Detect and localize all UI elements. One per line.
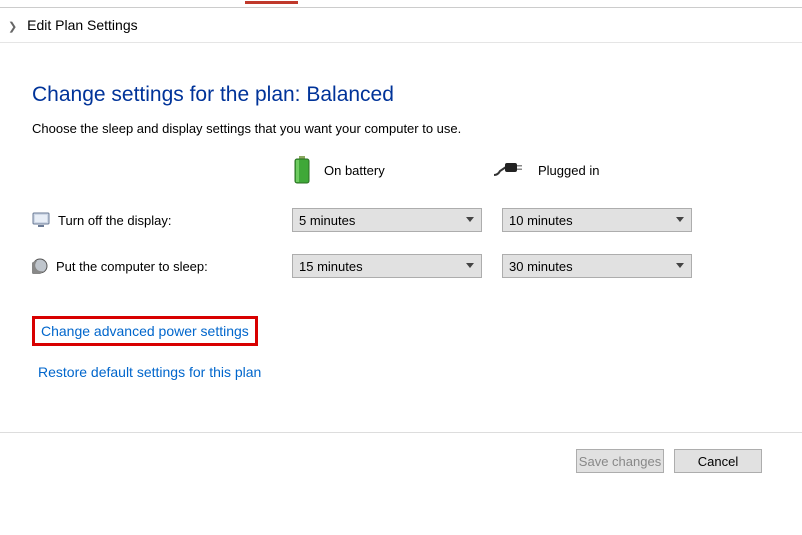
breadcrumb-label: Edit Plan Settings (27, 17, 138, 33)
sleep-plugged-select[interactable]: 30 minutes (502, 254, 692, 278)
cancel-button[interactable]: Cancel (674, 449, 762, 473)
footer: Save changes Cancel (0, 433, 802, 489)
col-battery-label: On battery (324, 163, 385, 178)
page-subtitle: Choose the sleep and display settings th… (32, 121, 802, 136)
advanced-power-settings-link[interactable]: Change advanced power settings (32, 316, 258, 346)
row-display: Turn off the display: 5 minutes 10 minut… (32, 208, 802, 232)
display-battery-select[interactable]: 5 minutes (292, 208, 482, 232)
row-sleep: Put the computer to sleep: 15 minutes 30… (32, 254, 802, 278)
plug-icon (492, 161, 526, 179)
accent-bar (245, 1, 298, 4)
display-battery-select-wrap: 5 minutes (292, 208, 482, 232)
sleep-battery-select[interactable]: 15 minutes (292, 254, 482, 278)
display-plugged-select[interactable]: 10 minutes (502, 208, 692, 232)
links-area: Change advanced power settings Restore d… (32, 316, 802, 384)
restore-defaults-link[interactable]: Restore default settings for this plan (32, 360, 267, 384)
col-plugged-label: Plugged in (538, 163, 599, 178)
battery-icon (292, 156, 312, 184)
row-display-label: Turn off the display: (58, 213, 171, 228)
columns-header: On battery Plugged in (32, 156, 802, 184)
row-display-label-wrap: Turn off the display: (32, 211, 292, 229)
moon-icon (32, 258, 48, 274)
row-sleep-label: Put the computer to sleep: (56, 259, 208, 274)
chevron-right-icon: ❯ (8, 21, 17, 33)
col-header-plugged: Plugged in (492, 161, 692, 179)
page-title: Change settings for the plan: Balanced (32, 83, 802, 107)
row-sleep-label-wrap: Put the computer to sleep: (32, 258, 292, 274)
display-plugged-select-wrap: 10 minutes (502, 208, 692, 232)
display-icon (32, 211, 50, 229)
breadcrumb[interactable]: ❯ Edit Plan Settings (0, 8, 802, 43)
sleep-plugged-select-wrap: 30 minutes (502, 254, 692, 278)
sleep-battery-select-wrap: 15 minutes (292, 254, 482, 278)
content-area: Change settings for the plan: Balanced C… (0, 43, 802, 412)
top-border (0, 0, 802, 8)
col-header-battery: On battery (292, 156, 492, 184)
save-button: Save changes (576, 449, 664, 473)
